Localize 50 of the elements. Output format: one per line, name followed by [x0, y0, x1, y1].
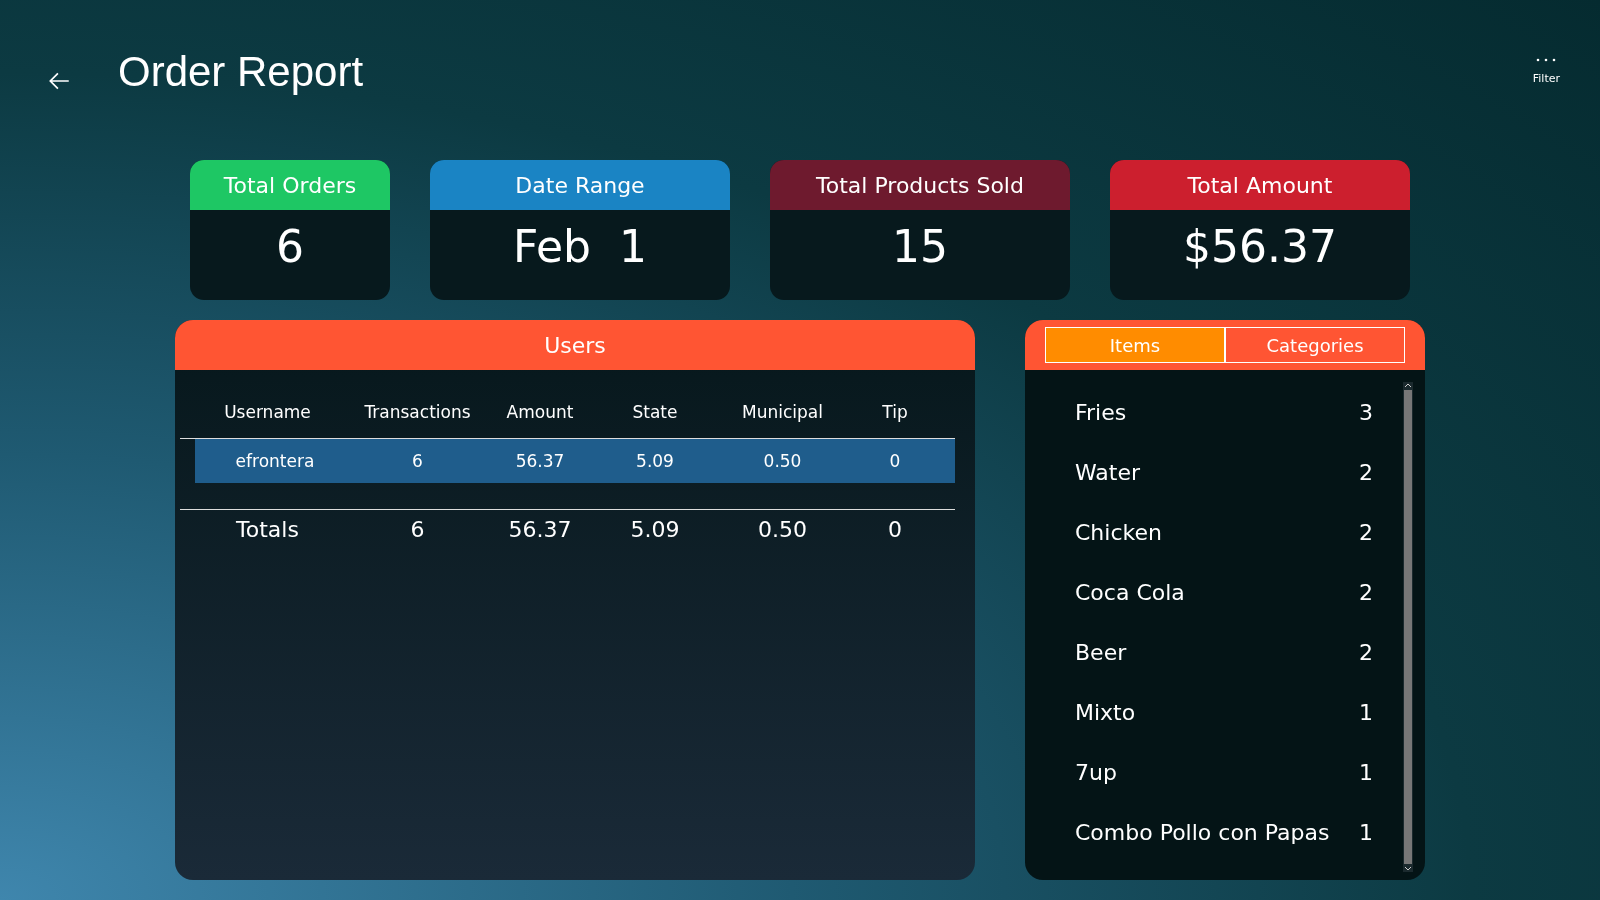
total-cell-text: 6 — [409, 516, 426, 542]
table-cell-text: 5.09 — [635, 451, 675, 471]
table-cell-text: 56.37 — [514, 451, 566, 471]
scroll-down-icon[interactable] — [1404, 866, 1412, 872]
stat-label: Total Products Sold — [770, 160, 1070, 210]
column-header: Username — [223, 402, 312, 422]
filter-button[interactable]: Filter — [1532, 58, 1560, 85]
stat-value: 6 — [275, 219, 305, 274]
item-name: Chicken — [1075, 519, 1162, 545]
item-name: Mixto — [1075, 699, 1136, 725]
scroll-up-icon[interactable] — [1404, 382, 1412, 388]
item-count: 3 — [1359, 399, 1373, 425]
item-count: 2 — [1359, 639, 1373, 665]
stat-label: Total Amount — [1110, 160, 1410, 210]
stat-label: Total Orders — [190, 160, 390, 210]
total-cell-text: 0.50 — [757, 516, 808, 542]
more-icon — [1536, 58, 1557, 62]
item-name: Fries — [1075, 399, 1127, 425]
item-count: 1 — [1359, 699, 1373, 725]
table-cell-text: efrontera — [234, 451, 316, 471]
item-count: 1 — [1359, 759, 1373, 785]
item-name: 7up — [1075, 759, 1117, 785]
users-panel-title: Users — [175, 320, 975, 370]
table-cell-text: 6 — [411, 451, 424, 471]
item-name: Combo Pollo con Papas — [1075, 819, 1330, 845]
column-header: State — [631, 402, 679, 422]
user-row[interactable]: efrontera 6 56.37 5.09 0.50 0 — [195, 439, 955, 483]
total-cell-text: 56.37 — [507, 516, 573, 542]
total-cell-text: Totals — [235, 516, 300, 542]
stat-label: Date Range — [430, 160, 730, 210]
table-cell-text: 0.50 — [762, 451, 803, 471]
table-cell-text: 0 — [888, 451, 902, 471]
page-title: Order Report — [118, 48, 364, 96]
item-count: 2 — [1359, 519, 1373, 545]
item-count: 1 — [1359, 819, 1373, 845]
item-name: Coca Cola — [1075, 579, 1185, 605]
stat-value: $56.37 — [1182, 219, 1338, 274]
scrollbar[interactable] — [1403, 382, 1413, 872]
total-cell-text: 5.09 — [629, 516, 681, 542]
item-name: Water — [1075, 459, 1141, 485]
item-name: Beer — [1075, 639, 1127, 665]
column-header: Municipal — [741, 402, 824, 422]
column-header: Amount — [505, 402, 575, 422]
stat-value: 15 — [891, 219, 949, 274]
column-header: Tip — [881, 402, 909, 422]
total-cell-text: 0 — [887, 516, 903, 542]
item-count: 2 — [1359, 579, 1373, 605]
stat-value: Feb 1 — [512, 219, 648, 274]
column-header: Transactions — [363, 402, 472, 422]
item-count: 2 — [1359, 459, 1373, 485]
